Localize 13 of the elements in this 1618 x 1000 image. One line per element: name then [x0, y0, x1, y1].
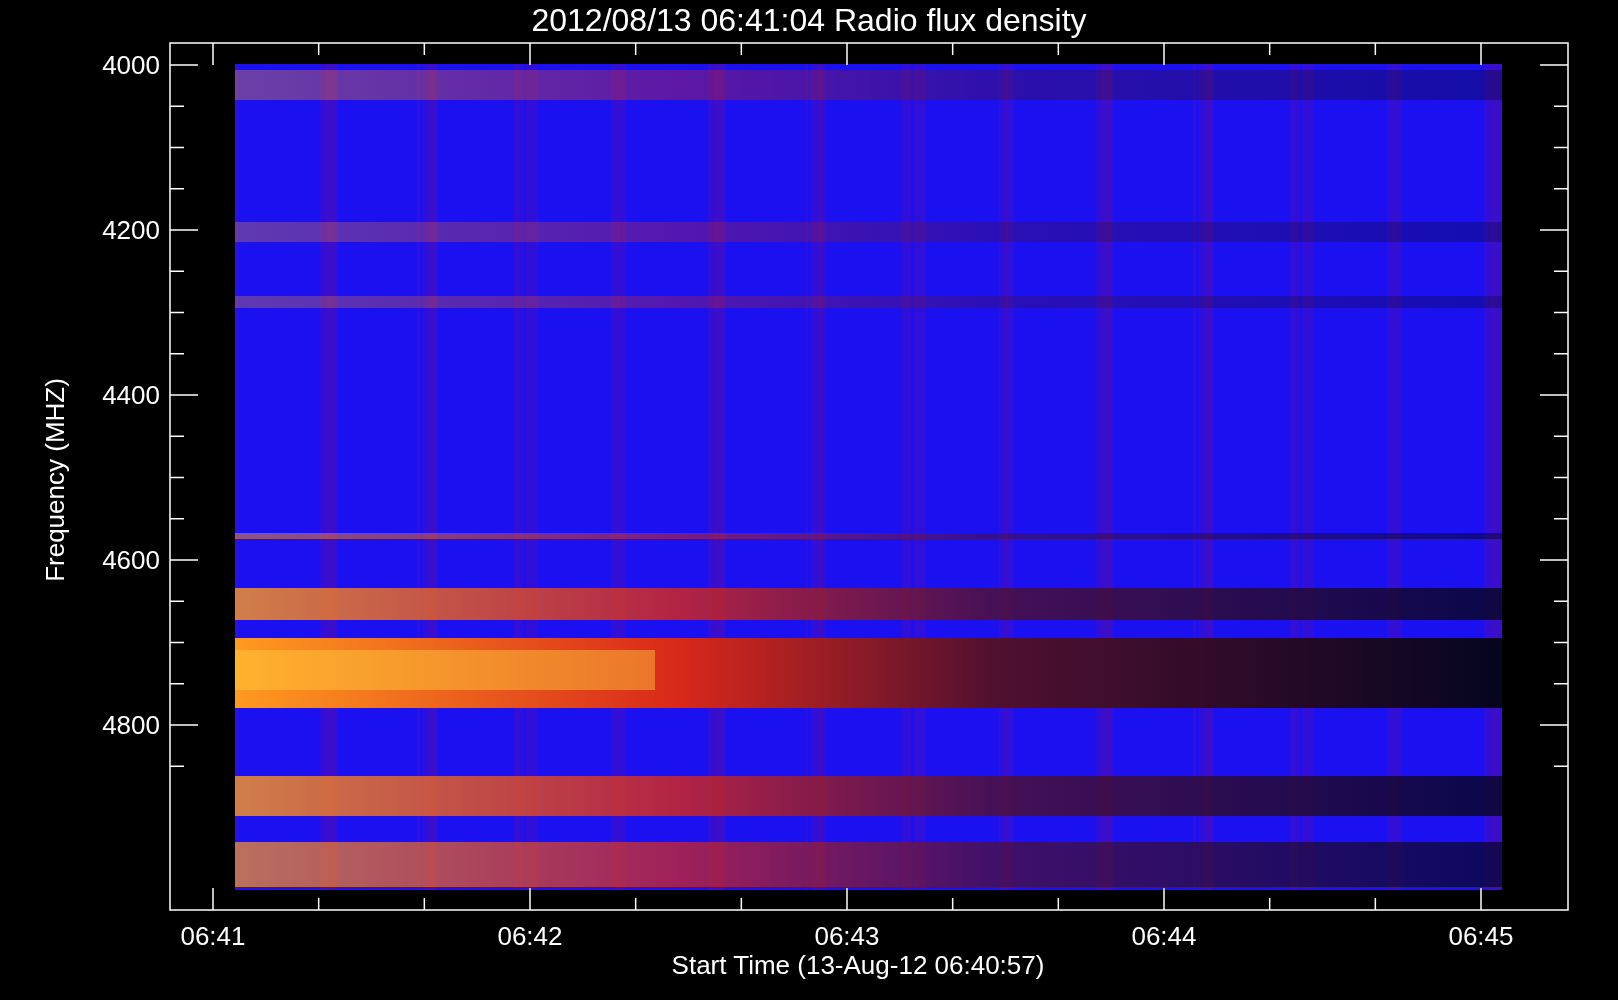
x-axis-label: Start Time (13-Aug-12 06:40:57) — [671, 950, 1045, 980]
x-tick-label: 06:44 — [1131, 921, 1197, 951]
y-axis-label: Frequency (MHZ) — [40, 378, 70, 582]
y-tick-label: 4000 — [102, 50, 160, 80]
y-tick-label: 4400 — [102, 380, 160, 410]
y-tick-label: 4800 — [102, 710, 160, 740]
x-tick-label: 06:43 — [814, 921, 880, 951]
x-tick-label: 06:41 — [180, 921, 246, 951]
y-tick-label: 4200 — [102, 215, 160, 245]
x-tick-label: 06:45 — [1448, 921, 1514, 951]
x-tick-label: 06:42 — [497, 921, 563, 951]
y-tick-label: 4600 — [102, 545, 160, 575]
chart-title: 2012/08/13 06:41:04 Radio flux density — [531, 2, 1087, 38]
